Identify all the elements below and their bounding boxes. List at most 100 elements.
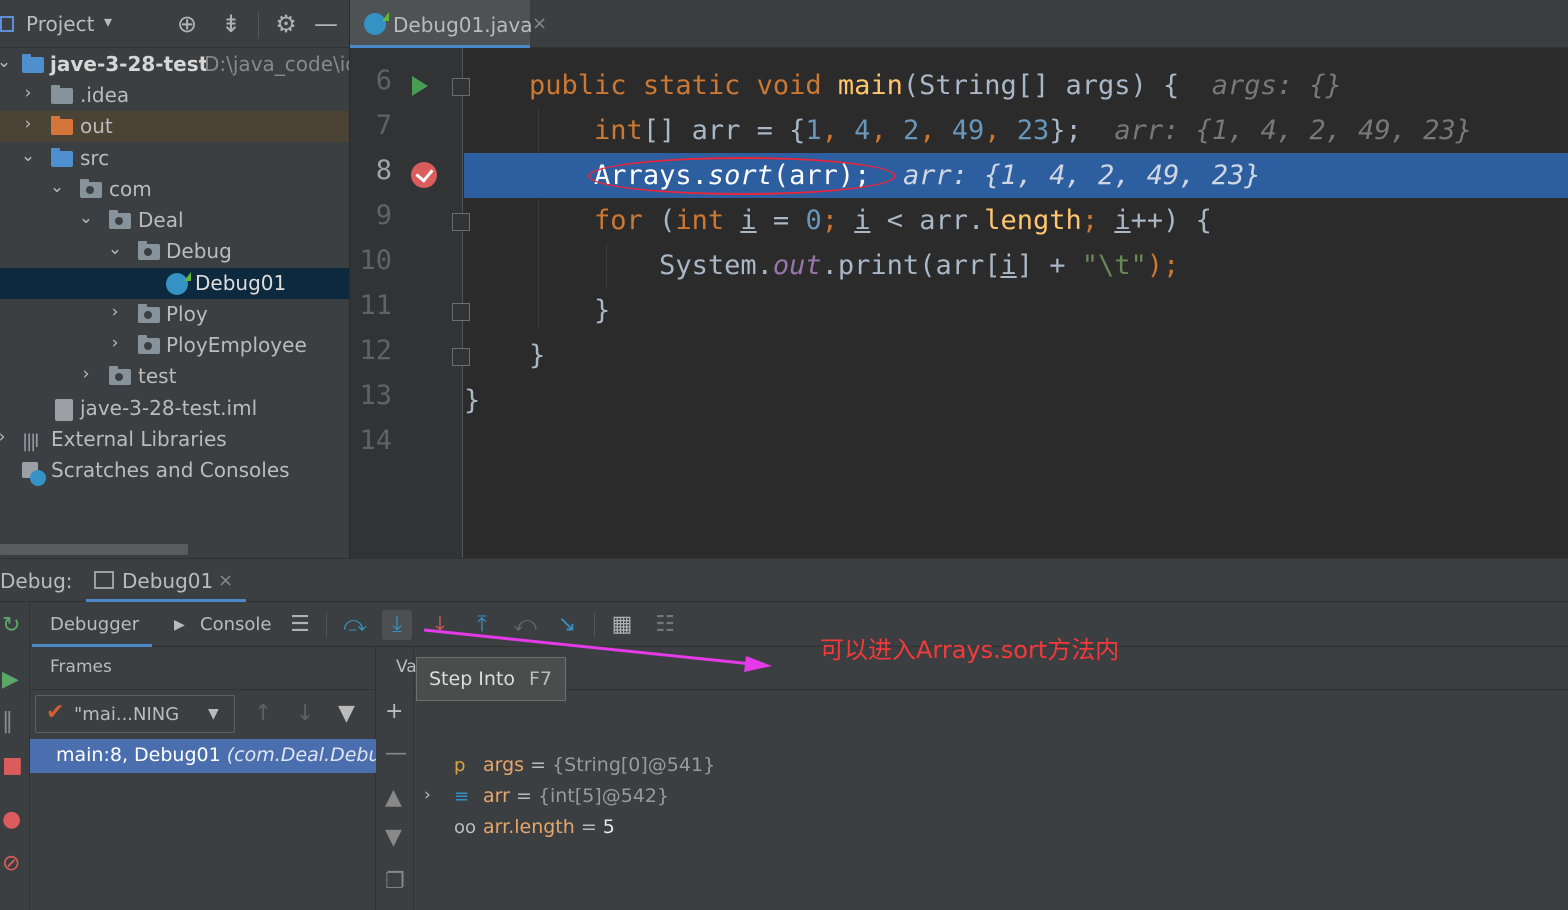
step-over-icon[interactable]: ⤼ [340,610,370,640]
variables-pane: Va p args = {String[0]@541} › ≡ arr = {i… [396,647,1568,910]
parameter-icon: p [454,755,466,776]
project-view-title[interactable]: Project [26,12,94,36]
chevron-right-icon[interactable]: › [0,427,10,447]
tree-item-label: com [109,177,152,201]
tree-item-debug[interactable]: ⌄ Debug [0,236,349,267]
code-line-12[interactable]: } [464,333,1568,378]
force-step-into-icon[interactable]: ⤓ [425,610,455,640]
tree-item-label: out [80,114,113,138]
project-toolbar: Project ▾ ⊕ ⇟ ⚙ — [0,0,349,48]
collapse-icon[interactable]: ⇟ [217,10,245,38]
tab-debug01-java[interactable]: Debug01.java [350,0,533,48]
tree-item-scratches[interactable]: Scratches and Consoles [0,455,349,486]
tree-item-deal[interactable]: ⌄ Deal [0,205,349,236]
run-gutter-icon[interactable] [412,76,428,96]
code-line-7[interactable]: int[] arr = {1, 4, 2, 49, 23}; arr: {1, … [464,108,1568,153]
plus-icon[interactable]: + [385,699,403,724]
rerun-icon[interactable]: ↻ [2,613,20,638]
resume-icon[interactable]: ▶ [2,667,19,692]
tree-item-idea[interactable]: › .idea [0,80,349,111]
gear-icon[interactable]: ⚙ [272,10,300,38]
tree-item-label: .idea [80,83,130,107]
code-editor[interactable]: Debug01.java × 6 7 8 9 10 11 12 13 14 pu… [350,0,1568,558]
pause-icon[interactable]: ‖ [2,709,13,734]
inline-value-hint: arr: {1, 4, 2, 49, 23} [1114,115,1472,146]
frame-package: (com.Deal.Debu [226,744,376,766]
chevron-right-icon[interactable]: › [20,114,36,134]
tree-item-src[interactable]: ⌄ src [0,143,349,174]
code-line-6[interactable]: public static void main(String[] args) {… [464,63,1568,108]
tree-item-label: Scratches and Consoles [51,458,290,482]
tree-item-com[interactable]: ⌄ com [0,174,349,205]
line-number: 9 [375,200,392,231]
tree-item-ployemployee[interactable]: › PloyEmployee [0,330,349,361]
chevron-right-icon[interactable]: › [107,302,123,322]
tree-item-module[interactable]: ⌄ jave-3-28-test D:\java_code\id [0,49,349,80]
package-icon [138,241,160,260]
chevron-down-icon[interactable]: ⌄ [78,208,94,228]
code-line-11[interactable]: } [464,288,1568,333]
package-icon [109,366,131,385]
drop-frame-icon[interactable]: ⤺ [510,610,540,640]
tree-item-ploy[interactable]: › Ploy [0,299,349,330]
chevron-down-icon[interactable]: ⌄ [0,52,12,72]
close-icon[interactable]: × [218,570,233,591]
close-icon[interactable]: × [532,13,547,34]
chevron-down-icon[interactable]: ⌄ [107,239,123,259]
tab-debugger[interactable]: Debugger [32,603,152,647]
chevron-right-icon[interactable]: › [20,83,36,103]
chevron-down-icon[interactable]: ⌄ [20,146,36,166]
horizontal-scrollbar[interactable] [0,544,188,555]
run-to-cursor-icon[interactable]: ↘ [552,610,582,640]
tree-item-test[interactable]: › test [0,361,349,392]
divider [414,689,1568,690]
minimize-icon[interactable]: — [312,10,340,38]
move-up-icon[interactable]: ▲ [385,785,402,810]
tooltip-label: Step Into [429,668,516,690]
evaluate-icon[interactable]: ▦ [607,610,637,640]
filter-icon[interactable]: ▼ [338,701,355,726]
stop-icon[interactable]: ■ [2,753,23,778]
mute-breakpoints-icon[interactable]: ⊘ [2,851,20,876]
target-icon[interactable]: ⊕ [173,10,201,38]
tab-label: Debug01.java [393,13,533,37]
step-into-icon[interactable]: ⤓ [382,610,412,640]
thread-select[interactable]: ✔ "mai...NING ▼ [35,695,235,733]
variables-side-toolbar: + — ▲ ▼ ❐ [376,647,414,910]
chevron-right-icon[interactable]: › [424,785,431,805]
tree-item-external-libraries[interactable]: › |||l External Libraries [0,424,349,455]
tree-item-label: PloyEmployee [166,333,307,357]
chevron-down-icon[interactable]: ⌄ [49,177,65,197]
tab-console[interactable]: ▶ Console [164,603,274,647]
chevron-right-icon[interactable]: › [107,333,123,353]
tree-item-label: Deal [138,208,184,232]
tab-debug-session[interactable]: Debug01 × [86,559,246,602]
menu-icon[interactable]: ☰ [285,610,315,640]
view-breakpoints-icon[interactable]: ● [2,807,21,832]
arrow-down-icon[interactable]: ↓ [296,701,314,726]
frame-row[interactable]: main:8, Debug01 (com.Deal.Debu [30,739,376,773]
minus-icon[interactable]: — [385,741,407,766]
debug-title: Debug: [0,569,73,593]
tree-item-label: test [138,364,177,388]
tree-item-label: src [80,146,110,170]
chevron-right-icon[interactable]: › [78,364,94,384]
tree-item-out[interactable]: › out [0,111,349,142]
code-line-9[interactable]: for (int i = 0; i < arr.length; i++) { [464,198,1568,243]
editor-gutter[interactable]: 6 7 8 9 10 11 12 13 14 [350,48,470,558]
step-out-icon[interactable]: ⤒ [467,610,497,640]
code-line-10[interactable]: System.out.print(arr[i] + "\t"); [464,243,1568,288]
move-down-icon[interactable]: ▼ [385,825,402,850]
trace-icon[interactable]: ☷ [650,610,680,640]
frames-header: Frames [50,657,112,677]
code-line-13[interactable]: } [464,378,1568,423]
arrow-up-icon[interactable]: ↑ [254,701,272,726]
frame-name: main:8, Debug01 [56,744,221,766]
toolbar-divider [594,613,595,637]
tree-item-debug01[interactable]: Debug01 [0,268,349,299]
debug-header: Debug: Debug01 × [0,559,1568,602]
breakpoint-icon[interactable] [411,162,437,188]
copy-icon[interactable]: ❐ [385,869,405,894]
chevron-down-icon[interactable]: ▾ [104,12,112,31]
tree-item-iml[interactable]: jave-3-28-test.iml [0,393,349,424]
